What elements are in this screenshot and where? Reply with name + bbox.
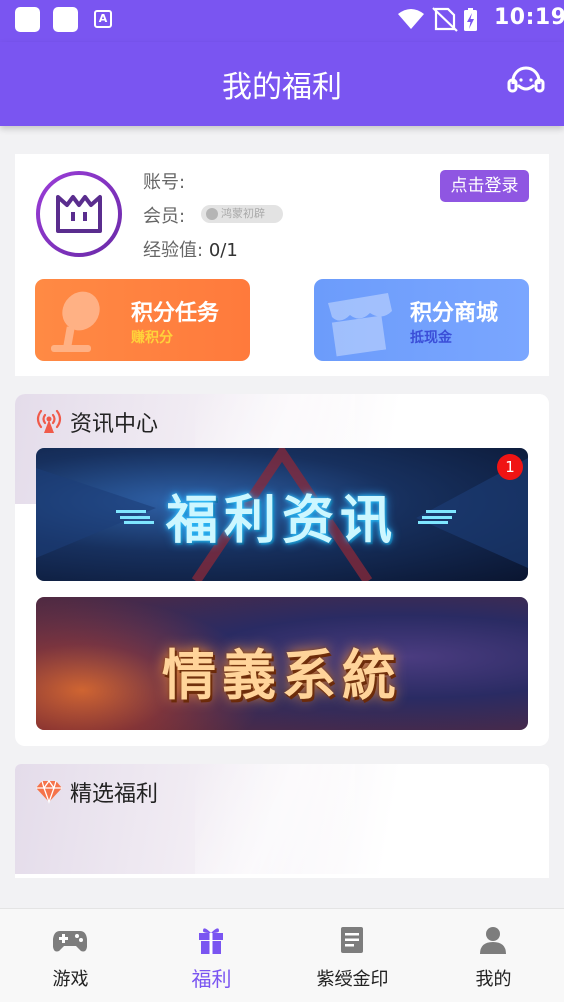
banner-title: 福利资讯 (165, 491, 398, 551)
friendship-system-banner[interactable]: 情義系統 (36, 597, 528, 730)
member-label: 会员: (143, 206, 186, 227)
tab-purple-ribbon[interactable]: 紫绶金印 (282, 909, 423, 1002)
bottom-tab-bar: 游戏 福利 紫绶金印 我的 (0, 908, 564, 1002)
points-mall-button[interactable]: 积分商城 抵现金 (314, 279, 529, 361)
avatar[interactable] (35, 170, 123, 258)
news-center-card: 资讯中心 福利资讯 1 情義系統 (15, 394, 549, 746)
tab-games[interactable]: 游戏 (0, 909, 141, 1002)
gift-icon (199, 928, 223, 954)
exp-row: 经验值: 0/1 (143, 236, 238, 262)
customer-service-icon[interactable] (506, 62, 546, 102)
status-icons (398, 7, 477, 32)
document-icon (341, 927, 363, 953)
points-task-title: 积分任务 (131, 301, 220, 326)
tab-label: 福利 (191, 967, 232, 991)
points-task-subtitle: 赚积分 (131, 330, 173, 346)
gamepad-icon (53, 931, 87, 952)
banner-title: 情義系統 (162, 644, 402, 707)
notification-icon (15, 7, 40, 32)
exp-label: 经验值: (143, 240, 204, 261)
battery-icon (464, 8, 477, 31)
points-mall-title: 积分商城 (410, 301, 499, 326)
app-notification-icon: A (94, 10, 112, 28)
welfare-news-banner[interactable]: 福利资讯 (36, 448, 528, 581)
person-icon (480, 927, 506, 954)
selected-welfare-card: 精选福利 (15, 764, 549, 878)
tab-label: 游戏 (52, 969, 89, 990)
clock: 10:19 (494, 5, 564, 30)
news-center-title: 资讯中心 (70, 412, 159, 437)
points-mall-subtitle: 抵现金 (410, 330, 452, 346)
no-sim-icon (432, 7, 458, 32)
notification-icon (53, 7, 78, 32)
page-title: 我的福利 (222, 70, 342, 105)
user-card: 账号: 会员: 鸿蒙初辟 经验值: 0/1 点击登录 积分任务 赚积分 积分商城… (15, 154, 549, 376)
tab-welfare[interactable]: 福利 (141, 909, 282, 1002)
level-dot-icon (206, 208, 218, 220)
app-bar: 我的福利 (0, 42, 564, 126)
exp-value: 0/1 (208, 240, 238, 261)
selected-welfare-title: 精选福利 (70, 782, 159, 807)
unread-badge: 1 (497, 454, 523, 480)
shop-icon (328, 293, 392, 357)
tab-label: 我的 (475, 969, 512, 990)
wifi-icon (398, 9, 424, 29)
tab-mine[interactable]: 我的 (423, 909, 564, 1002)
login-button[interactable]: 点击登录 (440, 170, 529, 202)
member-level-text: 鸿蒙初辟 (221, 207, 265, 220)
account-label: 账号: (143, 172, 186, 193)
rocket-icon (51, 291, 100, 352)
member-level-badge: 鸿蒙初辟 (201, 205, 283, 223)
points-task-button[interactable]: 积分任务 赚积分 (35, 279, 250, 361)
diamond-icon (36, 779, 62, 804)
status-bar: A 10:19 (0, 0, 564, 42)
tab-label: 紫绶金印 (316, 969, 389, 990)
signal-tower-icon (36, 409, 62, 433)
